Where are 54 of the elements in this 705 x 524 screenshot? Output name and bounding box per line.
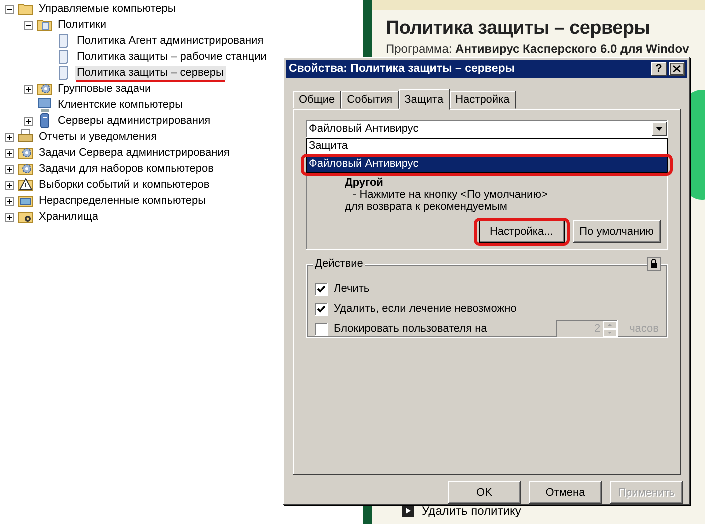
tree-item[interactable]: Групповые задачи [56, 82, 154, 96]
tree-item[interactable]: Политики [56, 18, 108, 32]
checkbox-label: Блокировать пользователя на [334, 323, 488, 335]
tree-item[interactable]: Политика Агент администрирования [75, 34, 266, 48]
collapse-toggle[interactable] [5, 4, 14, 14]
help-button[interactable]: ? [651, 62, 667, 76]
component-dropdown[interactable]: Файловый Антивирус [306, 120, 668, 138]
delete-policy-link[interactable]: Удалить политику [422, 504, 522, 518]
expand-toggle[interactable] [5, 132, 14, 142]
program-line: Программа: Антивирус Касперского 6.0 для Windov [386, 42, 690, 56]
dropdown-option[interactable]: Защита [307, 139, 667, 154]
tree-item[interactable]: Управляемые компьютеры [37, 2, 178, 16]
tree-item[interactable]: Серверы администрирования [56, 114, 213, 128]
collapse-toggle[interactable] [24, 20, 33, 30]
expand-toggle[interactable] [5, 180, 14, 190]
computer-icon [37, 97, 53, 113]
tree-item[interactable]: Выборки событий и компьютеров [37, 178, 212, 192]
checkbox-label: Удалить, если лечение невозможно [334, 303, 518, 315]
tree-item[interactable]: Задачи для наборов компьютеров [37, 162, 216, 176]
warning-icon [18, 177, 34, 193]
tab[interactable]: События [341, 91, 399, 109]
expand-toggle[interactable] [5, 148, 14, 158]
cancel-button[interactable]: Отмена [529, 481, 602, 504]
level-heading: Другой [345, 177, 384, 189]
tab[interactable]: Настройка [450, 91, 516, 109]
group-title: Действие [313, 258, 366, 270]
default-button[interactable]: По умолчанию [572, 220, 661, 243]
tree-item[interactable]: Политика защиты – серверы [75, 66, 226, 80]
tab[interactable]: Защита [398, 89, 450, 110]
checkbox[interactable] [315, 282, 328, 296]
tree-item[interactable]: Политика защиты – рабочие станции [75, 50, 269, 64]
ok-button[interactable]: OK [448, 481, 521, 504]
lock-icon[interactable] [647, 257, 661, 271]
checkbox[interactable] [315, 322, 328, 336]
checkbox-label: Лечить [334, 283, 371, 295]
expand-toggle[interactable] [24, 84, 33, 94]
hint-text: - Нажмите на кнопку <По умолчанию> [352, 189, 549, 201]
expand-toggle[interactable] [24, 116, 33, 126]
policy-title: Политика защиты – серверы [386, 18, 652, 40]
close-button[interactable] [669, 62, 685, 76]
tree-item[interactable]: Нераспределенные компьютеры [37, 194, 208, 208]
hint-text: для возврата к рекомендуемым [345, 201, 508, 213]
tree-item[interactable]: Задачи Сервера администрирования [37, 146, 232, 160]
checkbox[interactable] [315, 302, 328, 316]
tree-item[interactable]: Клиентские компьютеры [56, 98, 186, 112]
expand-toggle[interactable] [5, 212, 14, 222]
spin-arrows-icon[interactable] [602, 321, 617, 337]
printer-icon [18, 129, 34, 145]
dialog-title: Свойства: Политика защиты – серверы [289, 63, 516, 75]
expand-toggle[interactable] [5, 196, 14, 206]
expand-toggle[interactable] [5, 164, 14, 174]
tree-item[interactable]: Хранилища [37, 210, 101, 224]
tree-item[interactable]: Отчеты и уведомления [37, 130, 160, 144]
tab[interactable]: Общие [293, 91, 342, 109]
